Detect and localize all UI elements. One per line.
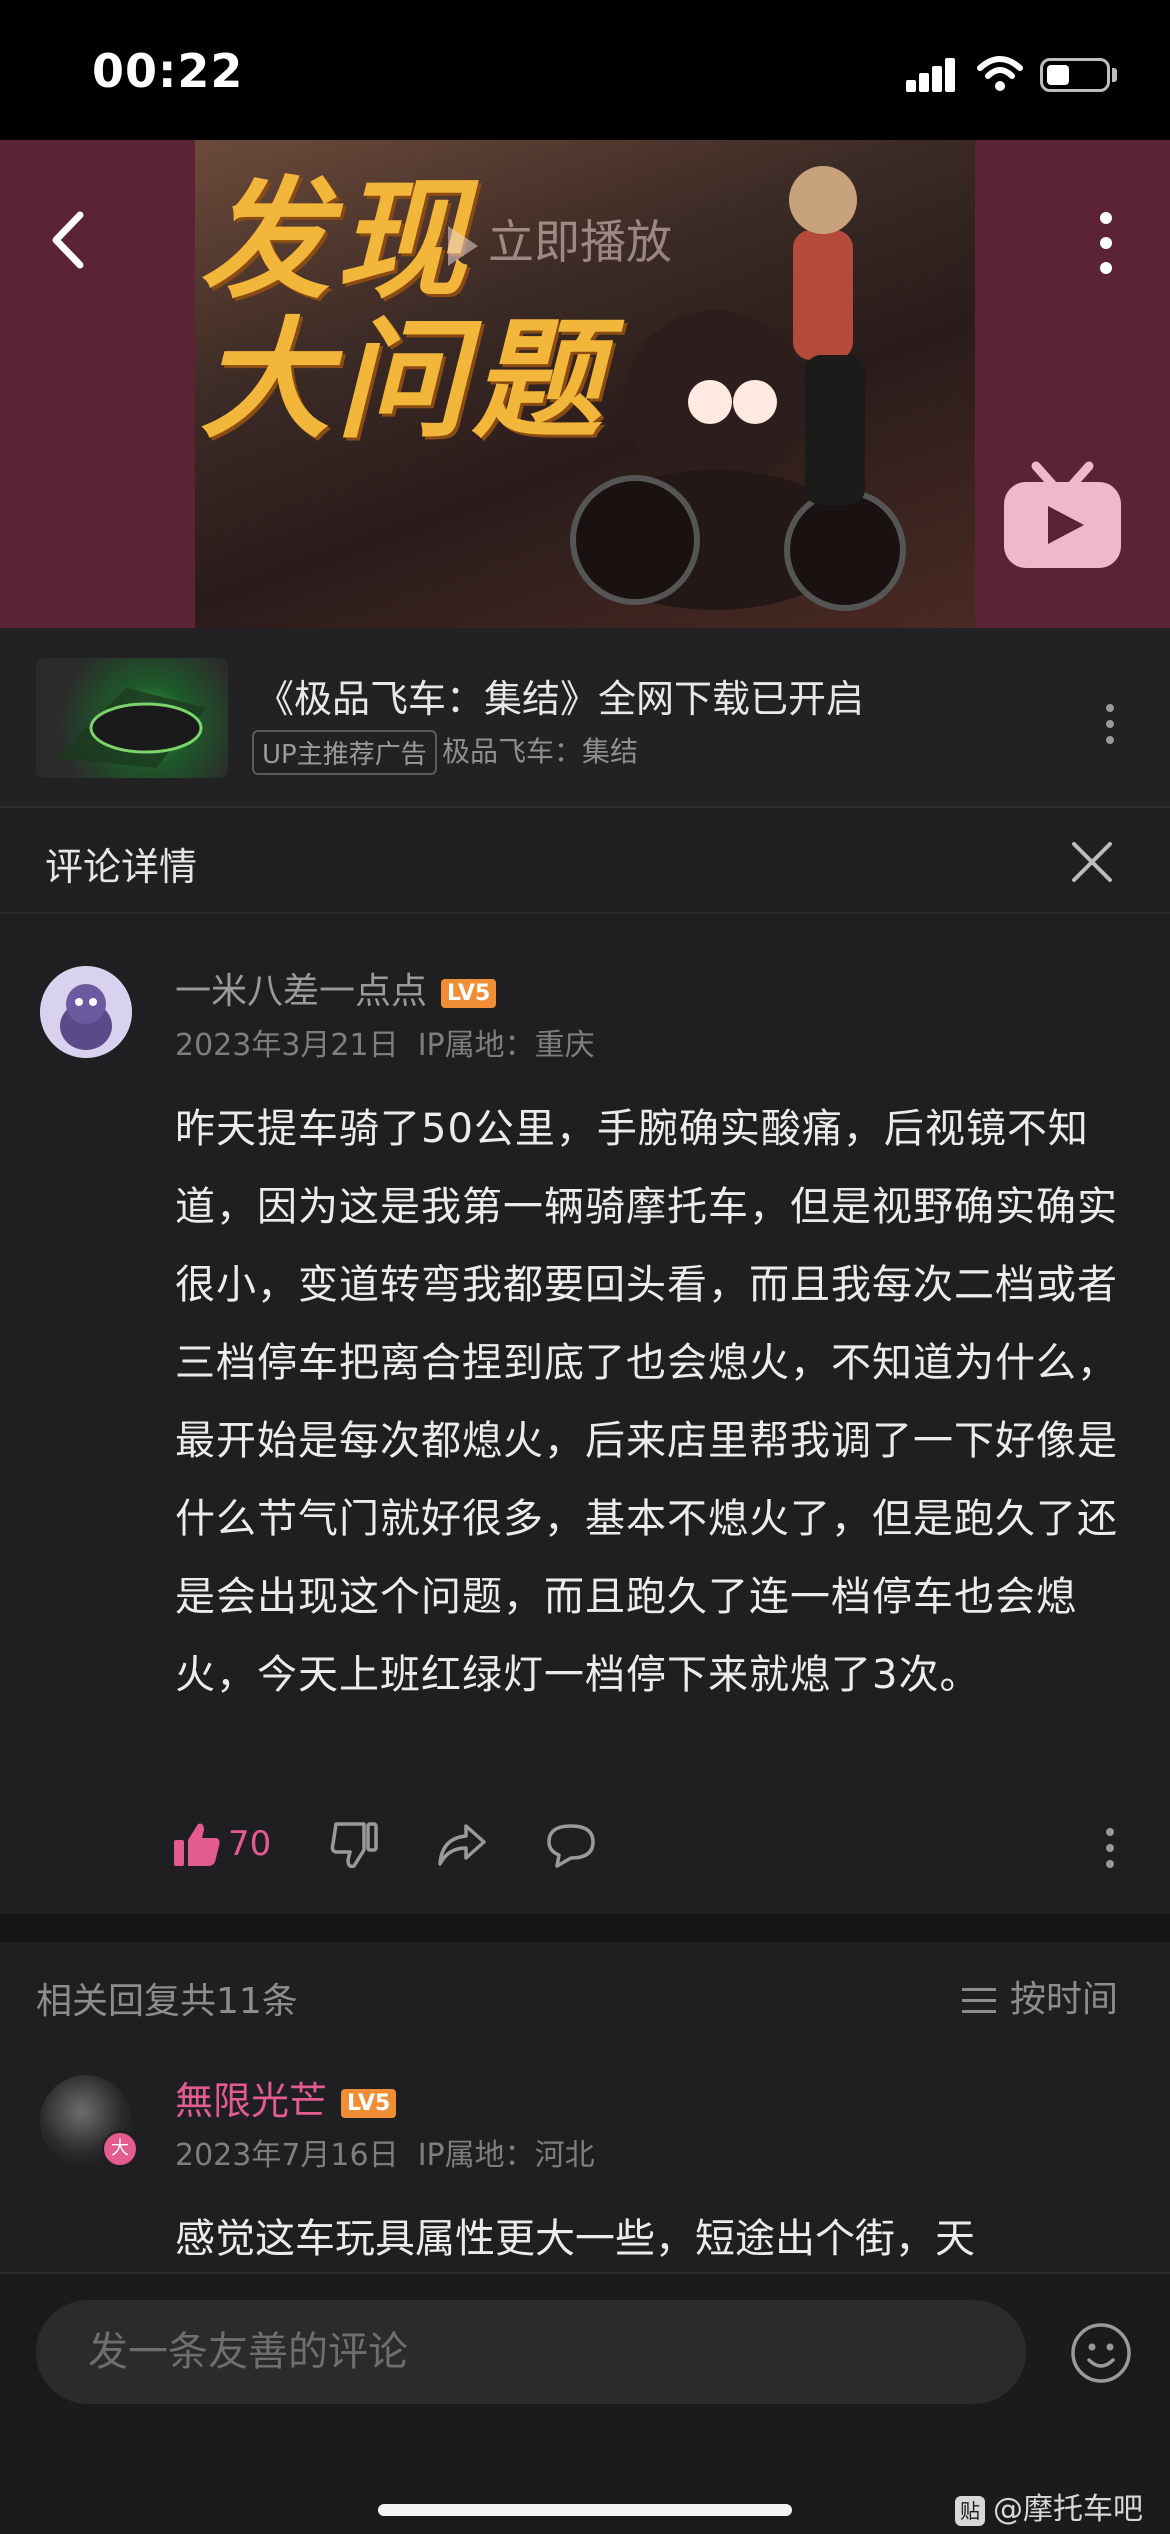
comment-detail-header: 评论详情 (0, 808, 1170, 914)
ad-badge: UP主推荐广告 (252, 730, 437, 775)
video-player[interactable]: 发现 大问题 立即播放 (0, 140, 1170, 628)
comment-username[interactable]: 一米八差一点点 LV5 (175, 962, 497, 1014)
sort-button[interactable]: 按时间 (962, 1970, 1118, 2022)
level-badge: LV5 (341, 2089, 397, 2118)
emoji-icon[interactable] (1070, 2322, 1132, 2384)
page-title: 评论详情 (45, 845, 198, 889)
watermark: 贴 @摩托车吧 (955, 2484, 1143, 2528)
battery-icon (1040, 58, 1110, 92)
reply-ip: IP属地：河北 (417, 2138, 595, 2173)
ad-thumbnail (36, 658, 228, 778)
replies-count: 相关回复共11条 (36, 1981, 298, 2022)
dislike-icon[interactable] (328, 1820, 380, 1870)
level-badge: LV5 (441, 978, 497, 1008)
more-options-icon[interactable] (1090, 208, 1122, 278)
close-icon[interactable] (1070, 840, 1114, 884)
comment-body: 昨天提车骑了50公里，手腕确实酸痛，后视镜不知道，因为这是我第一辆骑摩托车，但是… (175, 1106, 1118, 1698)
wifi-icon (977, 56, 1023, 91)
reply-meta: 2023年7月16日 IP属地：河北 (175, 2130, 595, 2174)
bilibili-tv-icon[interactable] (1000, 460, 1125, 572)
ad-more-icon[interactable] (1104, 702, 1116, 746)
avatar[interactable] (40, 966, 132, 1058)
ad-source: 极品飞车：集结 (442, 735, 639, 768)
reply-username[interactable]: 無限光芒 LV5 (175, 2070, 397, 2125)
comment-input-bar: 贴@摩托车吧 (0, 2272, 1170, 2534)
avatar-badge: 大 (102, 2131, 138, 2167)
status-bar: 00:22 (0, 0, 1170, 140)
comment-meta: 2023年3月21日 IP属地：重庆 (175, 1020, 595, 1064)
like-count: 70 (228, 1824, 272, 1864)
comment-date: 2023年3月21日 (175, 1028, 399, 1063)
reply-body: 感觉这车玩具属性更大一些，短途出个街，天 (175, 2216, 975, 2260)
section-divider (0, 1914, 1170, 1942)
signal-icon (906, 58, 956, 92)
back-icon[interactable] (40, 205, 100, 275)
home-indicator[interactable] (378, 2504, 792, 2516)
comment-actions: 70 (0, 1810, 1170, 1890)
sort-lines-icon (962, 1988, 996, 2013)
play-now-label[interactable]: 立即播放 (448, 206, 672, 272)
reply-icon[interactable] (545, 1822, 597, 1868)
comment-ip: IP属地：重庆 (417, 1028, 595, 1063)
replies-header: 相关回复共11条 按时间 (0, 1942, 1170, 2052)
ad-title[interactable]: 《极品飞车：集结》全网下载已开启 (256, 668, 864, 723)
play-icon (448, 225, 478, 266)
comment-more-icon[interactable] (1104, 1826, 1116, 1870)
ad-banner[interactable]: 《极品飞车：集结》全网下载已开启 UP主推荐广告 极品飞车：集结 (0, 628, 1170, 808)
tieba-logo: 贴 (955, 2495, 985, 2526)
reply-date: 2023年7月16日 (175, 2138, 399, 2173)
comment-input[interactable] (36, 2300, 1026, 2404)
like-icon[interactable] (172, 1820, 222, 1870)
status-time: 00:22 (92, 44, 244, 98)
share-icon[interactable] (436, 1820, 488, 1870)
